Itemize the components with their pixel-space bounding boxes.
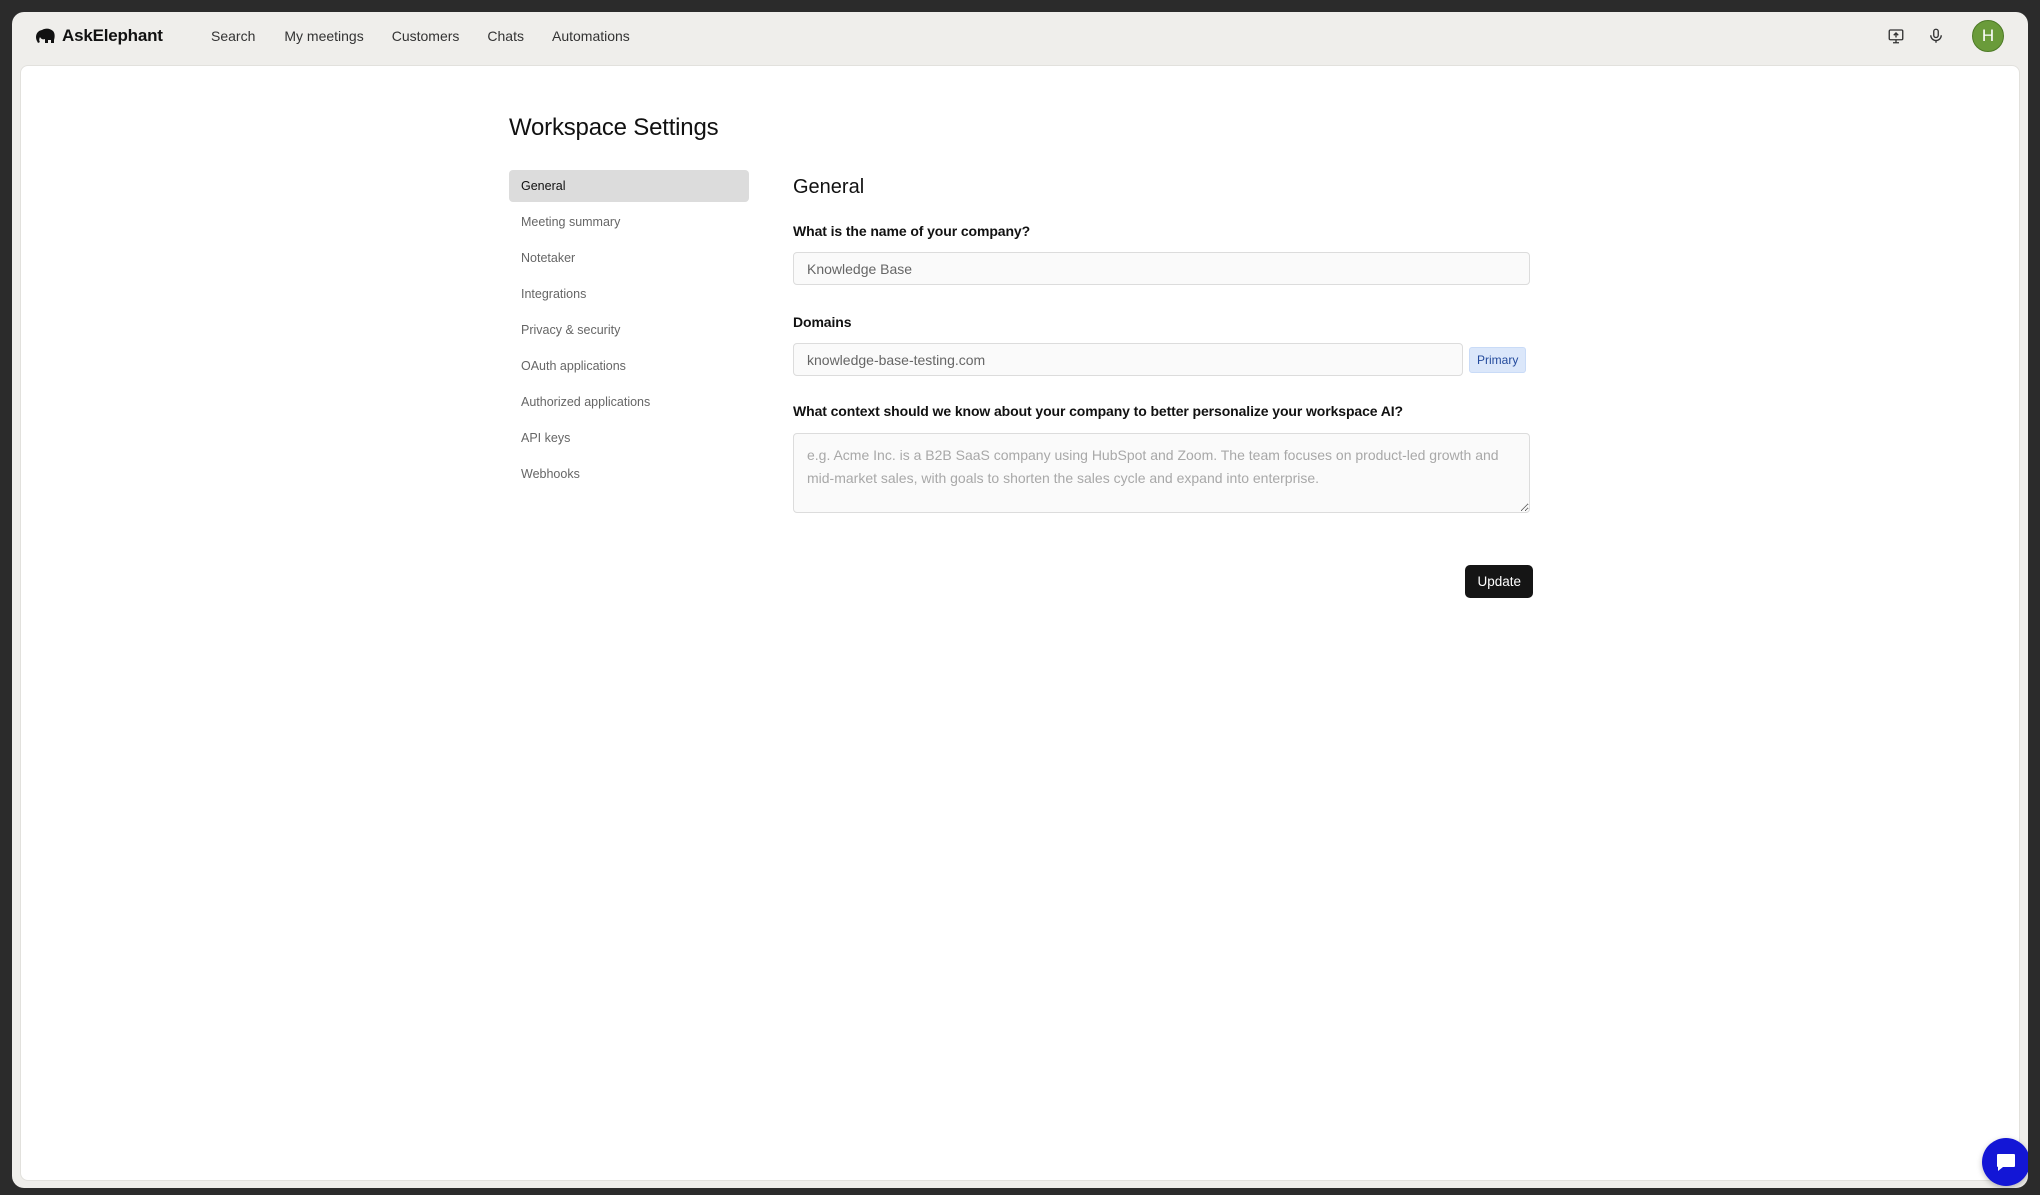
general-settings-form: General What is the name of your company… (793, 176, 1533, 598)
nav-customers[interactable]: Customers (392, 28, 460, 44)
company-context-textarea[interactable] (793, 433, 1530, 513)
sidebar-item-webhooks[interactable]: Webhooks (509, 458, 749, 490)
chat-bubble-icon (1997, 1154, 2015, 1171)
header-actions: H (1884, 20, 2004, 52)
main-panel: Workspace Settings General Meeting summa… (20, 65, 2020, 1181)
app-logo[interactable]: AskElephant (34, 26, 163, 46)
nav-search[interactable]: Search (211, 28, 255, 44)
top-navigation-bar: AskElephant Search My meetings Customers… (12, 12, 2028, 64)
microphone-icon[interactable] (1924, 24, 1948, 48)
sidebar-item-meeting-summary[interactable]: Meeting summary (509, 206, 749, 238)
sidebar-item-integrations[interactable]: Integrations (509, 278, 749, 310)
domain-input[interactable] (793, 343, 1463, 376)
primary-badge: Primary (1469, 346, 1527, 373)
main-nav: Search My meetings Customers Chats Autom… (211, 28, 658, 44)
app-window: AskElephant Search My meetings Customers… (12, 12, 2028, 1188)
app-name: AskElephant (62, 26, 163, 45)
sidebar-item-api-keys[interactable]: API keys (509, 422, 749, 454)
screen-share-icon[interactable] (1884, 24, 1908, 48)
settings-sidebar: General Meeting summary Notetaker Integr… (509, 170, 749, 494)
update-button[interactable]: Update (1465, 565, 1533, 598)
nav-automations[interactable]: Automations (552, 28, 630, 44)
chat-support-button[interactable] (1982, 1138, 2028, 1186)
company-name-label: What is the name of your company? (793, 223, 1031, 239)
domain-row: Primary (793, 343, 1533, 376)
company-name-input[interactable] (793, 252, 1530, 285)
elephant-logo-icon (36, 28, 55, 43)
context-label: What context should we know about your c… (793, 403, 1403, 419)
section-title: General (793, 176, 865, 198)
nav-my-meetings[interactable]: My meetings (284, 28, 363, 44)
nav-chats[interactable]: Chats (487, 28, 524, 44)
user-avatar[interactable]: H (1972, 20, 2004, 52)
sidebar-item-notetaker[interactable]: Notetaker (509, 242, 749, 274)
sidebar-item-privacy-security[interactable]: Privacy & security (509, 314, 749, 346)
domains-label: Domains (793, 314, 852, 330)
page-title: Workspace Settings (509, 114, 719, 141)
sidebar-item-oauth-applications[interactable]: OAuth applications (509, 350, 749, 382)
sidebar-item-general[interactable]: General (509, 170, 749, 202)
sidebar-item-authorized-applications[interactable]: Authorized applications (509, 386, 749, 418)
